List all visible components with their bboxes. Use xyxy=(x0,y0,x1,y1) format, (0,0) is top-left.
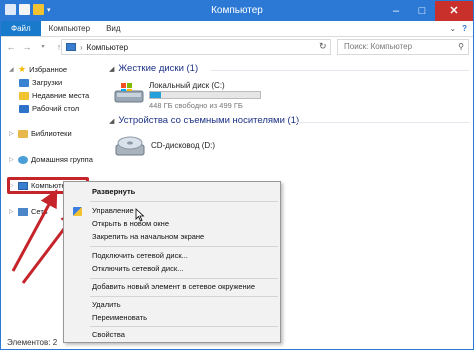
admin-shield-icon xyxy=(73,207,82,216)
menu-separator xyxy=(90,201,278,202)
menu-item-label: Управление xyxy=(92,206,134,215)
menu-item-properties[interactable]: Свойства xyxy=(64,329,280,341)
menu-separator xyxy=(90,326,278,327)
status-item-count: Элементов: 2 xyxy=(7,338,58,347)
menu-item-manage[interactable]: Управление xyxy=(64,205,280,217)
menu-item-map-drive[interactable]: Подключить сетевой диск... xyxy=(64,250,280,262)
menu-item-disconnect-drive[interactable]: Отключить сетевой диск... xyxy=(64,263,280,275)
menu-separator xyxy=(90,278,278,279)
menu-item-rename[interactable]: Переименовать xyxy=(64,312,280,324)
menu-separator xyxy=(90,296,278,297)
menu-item-open-new-window[interactable]: Открыть в новом окне xyxy=(64,218,280,230)
menu-item-pin-start[interactable]: Закрепить на начальном экране xyxy=(64,231,280,243)
menu-item-delete[interactable]: Удалить xyxy=(64,299,280,311)
menu-item-add-network-location[interactable]: Добавить новый элемент в сетевое окружен… xyxy=(64,281,280,293)
mouse-cursor-icon xyxy=(135,208,145,222)
menu-separator xyxy=(90,246,278,247)
context-menu: Развернуть Управление Открыть в новом ок… xyxy=(63,181,281,343)
menu-item-expand[interactable]: Развернуть xyxy=(64,186,280,198)
arrow-to-computer xyxy=(11,189,58,272)
explorer-window: ▾ Компьютер – □ ✕ Файл Компьютер Вид ⌄ ?… xyxy=(0,0,474,350)
